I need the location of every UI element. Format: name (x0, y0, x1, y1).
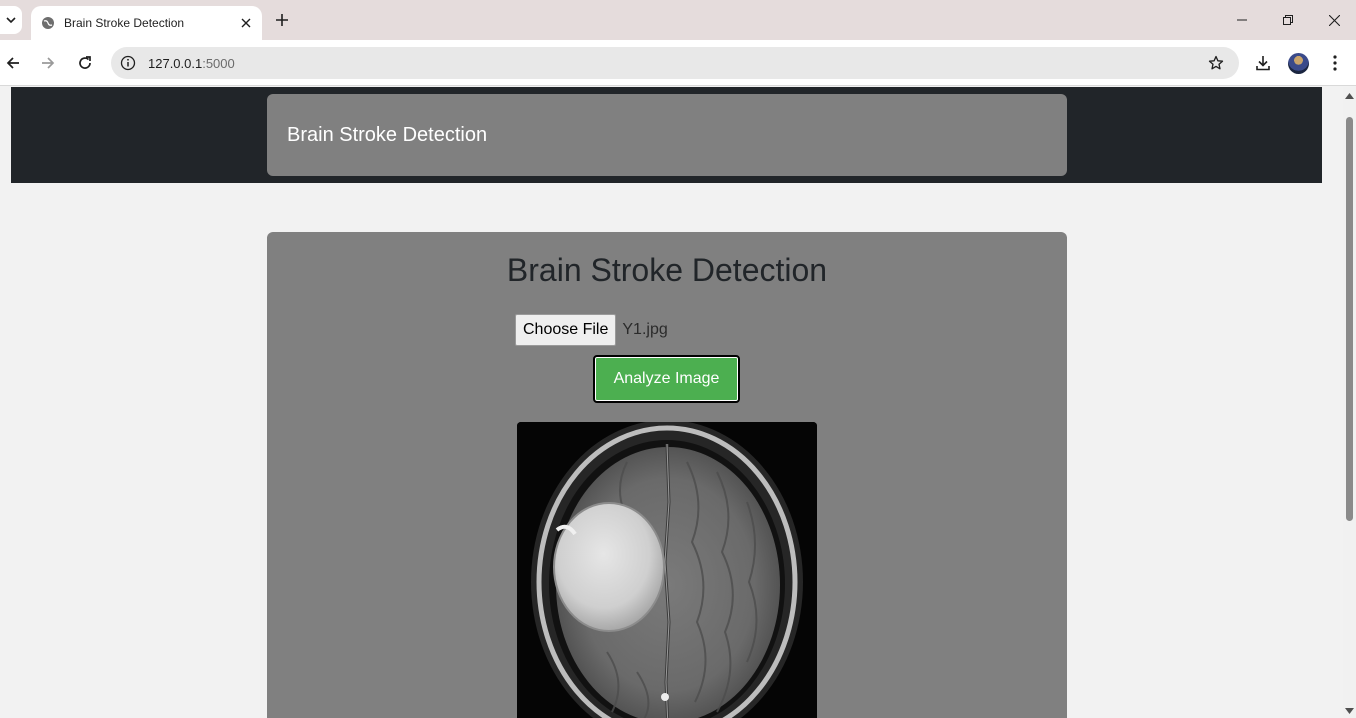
arrow-right-icon (42, 57, 55, 69)
close-icon (1328, 14, 1340, 26)
selected-file-name: Y1.jpg (622, 321, 668, 338)
site-info-icon[interactable] (119, 54, 137, 72)
browser-menu-button[interactable] (1323, 51, 1347, 75)
analyze-image-button[interactable]: Analyze Image (593, 355, 740, 403)
page-title: Brain Stroke Detection (506, 252, 828, 288)
download-icon (1256, 56, 1270, 71)
forward-button[interactable] (36, 51, 60, 75)
chevron-down-icon (6, 17, 16, 24)
new-tab-button[interactable] (272, 10, 292, 30)
navbar-brand[interactable]: Brain Stroke Detection (287, 124, 487, 147)
navbar-brand-container: Brain Stroke Detection (267, 94, 1067, 176)
reload-icon (79, 56, 91, 69)
restore-icon (1283, 15, 1293, 25)
browser-tab[interactable]: Brain Stroke Detection (31, 6, 262, 40)
tab-title: Brain Stroke Detection (64, 16, 185, 30)
browser-toolbar: 127.0.0.1:5000 (0, 40, 1356, 86)
page-scrollbar[interactable] (1343, 87, 1356, 718)
globe-icon (41, 16, 55, 30)
minimize-button[interactable] (1231, 9, 1253, 31)
plus-icon (276, 14, 288, 26)
top-navbar: Brain Stroke Detection (11, 87, 1322, 183)
scrollbar-thumb[interactable] (1346, 117, 1353, 521)
url-port: :5000 (202, 55, 235, 71)
scroll-down-arrow-icon[interactable] (1345, 706, 1354, 715)
close-window-button[interactable] (1323, 9, 1345, 31)
arrow-left-icon (6, 57, 19, 69)
bookmark-star-icon[interactable] (1207, 54, 1225, 72)
restore-button[interactable] (1277, 9, 1299, 31)
reload-button[interactable] (73, 51, 97, 75)
upload-card: Brain Stroke Detection Choose File Y1.jp… (267, 232, 1067, 718)
url-host: 127.0.0.1 (148, 55, 203, 71)
kebab-menu-icon (1333, 55, 1337, 71)
scroll-up-arrow-icon[interactable] (1345, 91, 1354, 100)
minimize-icon (1237, 19, 1247, 21)
uploaded-mri-image (517, 422, 817, 718)
choose-file-button[interactable]: Choose File (515, 314, 617, 346)
browser-tab-strip: Brain Stroke Detection (0, 0, 1356, 40)
downloads-button[interactable] (1251, 51, 1275, 75)
file-input[interactable]: Choose File Y1.jpg (515, 314, 668, 346)
profile-avatar[interactable] (1288, 53, 1309, 74)
address-bar[interactable]: 127.0.0.1:5000 (111, 47, 1239, 79)
close-tab-icon[interactable] (238, 15, 254, 31)
back-button[interactable] (1, 51, 25, 75)
page-viewport: Brain Stroke Detection Brain Stroke Dete… (0, 87, 1343, 718)
url-text: 127.0.0.1:5000 (148, 56, 235, 71)
tab-search-button[interactable] (0, 6, 22, 34)
